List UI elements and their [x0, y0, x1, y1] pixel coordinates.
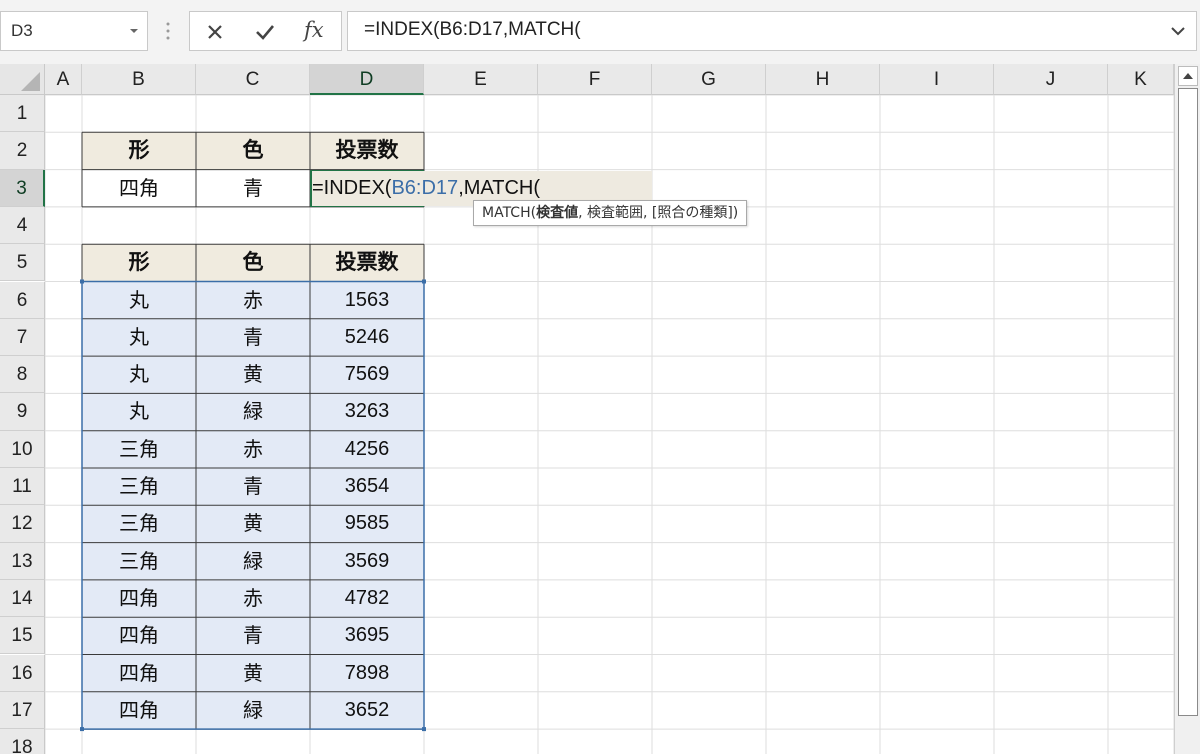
column-header-k[interactable]: K — [1108, 64, 1174, 95]
lookup-color-cell[interactable]: 青 — [196, 170, 310, 207]
table-cell[interactable]: 緑 — [196, 542, 310, 580]
formula-text: =INDEX(B6:D17,MATCH( — [364, 19, 581, 40]
table-cell[interactable]: 3695 — [310, 617, 424, 655]
data-header-cell[interactable]: 形 — [82, 244, 196, 282]
column-header-b[interactable]: B — [82, 64, 196, 95]
name-box-value: D3 — [11, 21, 33, 40]
chevron-down-icon[interactable] — [127, 24, 141, 38]
row-header-11[interactable]: 11 — [0, 468, 45, 506]
formula-suffix: ,MATCH( — [458, 176, 541, 199]
row-header-13[interactable]: 13 — [0, 542, 45, 580]
table-cell[interactable]: 3652 — [310, 691, 424, 730]
table-cell[interactable]: 1563 — [310, 281, 424, 319]
column-header-d[interactable]: D — [310, 64, 424, 95]
lookup-header-cell[interactable]: 形 — [82, 132, 196, 170]
row-header-1[interactable]: 1 — [0, 95, 45, 133]
formula-bar: D3 fx =INDEX(B6:D17,MATCH( — [0, 0, 1200, 64]
table-cell[interactable]: 青 — [196, 318, 310, 357]
table-cell[interactable]: 丸 — [82, 393, 196, 431]
column-header-a[interactable]: A — [45, 64, 82, 95]
column-header-j[interactable]: J — [994, 64, 1108, 95]
row-header-6[interactable]: 6 — [0, 281, 45, 319]
lookup-header-cell[interactable]: 色 — [196, 132, 310, 170]
column-header-g[interactable]: G — [652, 64, 766, 95]
name-box[interactable]: D3 — [0, 11, 148, 51]
table-cell[interactable]: 黄 — [196, 356, 310, 394]
chevron-down-icon[interactable] — [1170, 24, 1186, 38]
table-cell[interactable]: 緑 — [196, 393, 310, 431]
formula-range-reference: B6:D17 — [391, 176, 459, 199]
scrollbar-thumb[interactable] — [1178, 88, 1198, 716]
row-header-2[interactable]: 2 — [0, 132, 45, 170]
data-header-cell[interactable]: 投票数 — [310, 244, 424, 282]
table-cell[interactable]: 四角 — [82, 654, 196, 692]
row-header-12[interactable]: 12 — [0, 505, 45, 543]
select-all-triangle-icon — [21, 72, 40, 91]
column-header-c[interactable]: C — [196, 64, 310, 95]
function-tooltip: MATCH(検査値, 検査範囲, [照合の種類]) — [473, 200, 748, 226]
worksheet-grid[interactable]: ABCDEFGHIJK 1 2 3 4 5 6 7 8 9 10 11 12 13 14 15 16 17 18 … — [0, 64, 1200, 754]
row-header-8[interactable]: 8 — [0, 356, 45, 394]
table-cell[interactable]: 5246 — [310, 318, 424, 357]
table-cell[interactable]: 四角 — [82, 691, 196, 730]
table-cell[interactable]: 三角 — [82, 542, 196, 580]
row-header-17[interactable]: 17 — [0, 691, 45, 730]
table-cell[interactable]: 9585 — [310, 505, 424, 543]
table-cell[interactable]: 赤 — [196, 579, 310, 618]
column-header-i[interactable]: I — [880, 64, 994, 95]
row-header-18[interactable]: 18 — [0, 729, 45, 754]
lookup-shape-cell[interactable]: 四角 — [82, 170, 196, 207]
table-cell[interactable]: 四角 — [82, 617, 196, 655]
column-header-f[interactable]: F — [538, 64, 652, 95]
column-header-e[interactable]: E — [424, 64, 538, 95]
cancel-icon[interactable] — [202, 19, 228, 45]
row-header-14[interactable]: 14 — [0, 579, 45, 618]
table-cell[interactable]: 赤 — [196, 281, 310, 319]
table-cell[interactable]: 黄 — [196, 654, 310, 692]
row-header-5[interactable]: 5 — [0, 244, 45, 282]
formula-buttons: fx — [189, 11, 342, 51]
table-cell[interactable]: 丸 — [82, 281, 196, 319]
table-cell[interactable]: 7898 — [310, 654, 424, 692]
table-cell[interactable]: 緑 — [196, 691, 310, 730]
table-cell[interactable]: 三角 — [82, 430, 196, 468]
table-cell[interactable]: 赤 — [196, 430, 310, 468]
table-cell[interactable]: 4782 — [310, 579, 424, 618]
row-header-3[interactable]: 3 — [0, 169, 45, 207]
row-header-10[interactable]: 10 — [0, 430, 45, 468]
column-header-h[interactable]: H — [766, 64, 880, 95]
table-cell[interactable]: 四角 — [82, 579, 196, 618]
table-cell[interactable]: 三角 — [82, 505, 196, 543]
drag-handle-icon[interactable] — [163, 19, 173, 43]
table-cell[interactable]: 3569 — [310, 542, 424, 580]
insert-function-button[interactable]: fx — [304, 18, 324, 42]
table-cell[interactable]: 青 — [196, 617, 310, 655]
data-header-cell[interactable]: 色 — [196, 244, 310, 282]
select-all-corner[interactable] — [0, 64, 45, 95]
table-cell[interactable]: 三角 — [82, 468, 196, 506]
tooltip-arg-current[interactable]: 検査値 — [536, 205, 578, 221]
lookup-header-cell[interactable]: 投票数 — [310, 132, 424, 170]
table-cell[interactable]: 3654 — [310, 468, 424, 506]
checkmark-icon[interactable] — [252, 19, 278, 45]
row-header-7[interactable]: 7 — [0, 318, 45, 357]
scroll-up-button[interactable] — [1178, 66, 1198, 86]
row-header-9[interactable]: 9 — [0, 393, 45, 431]
table-cell[interactable]: 青 — [196, 468, 310, 506]
tooltip-rest: , 検査範囲, [照合の種類]) — [578, 205, 739, 221]
tooltip-func[interactable]: MATCH( — [482, 205, 536, 221]
formula-input[interactable]: =INDEX(B6:D17,MATCH( — [347, 11, 1197, 51]
table-cell[interactable]: 丸 — [82, 356, 196, 394]
table-cell[interactable]: 7569 — [310, 356, 424, 394]
row-header-15[interactable]: 15 — [0, 617, 45, 655]
formula-prefix: =INDEX( — [312, 176, 392, 199]
table-cell[interactable]: 丸 — [82, 318, 196, 357]
chevron-up-icon — [1183, 73, 1193, 79]
table-cell[interactable]: 3263 — [310, 393, 424, 431]
table-cell[interactable]: 4256 — [310, 430, 424, 468]
table-cell[interactable]: 黄 — [196, 505, 310, 543]
row-header-4[interactable]: 4 — [0, 206, 45, 245]
row-header-16[interactable]: 16 — [0, 654, 45, 692]
vertical-scrollbar[interactable] — [1174, 64, 1200, 754]
